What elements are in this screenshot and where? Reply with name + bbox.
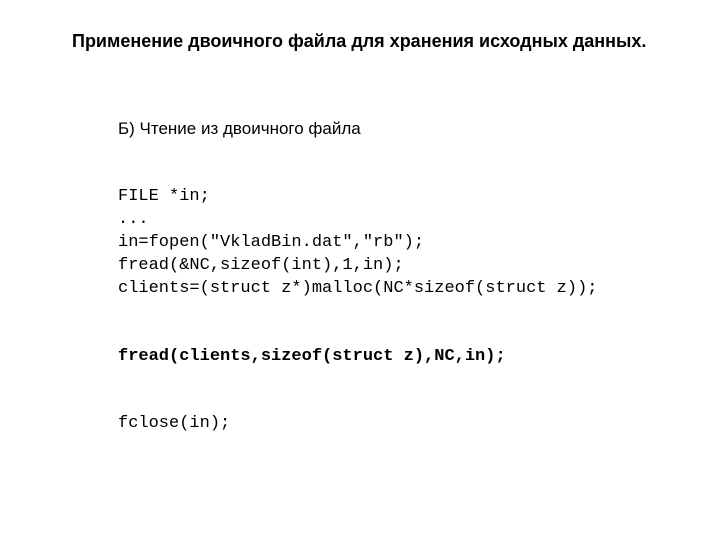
slide-body: Б) Чтение из двоичного файла FILE *in; .… bbox=[118, 118, 660, 459]
code-line: ... bbox=[118, 210, 149, 229]
code-blank-line bbox=[118, 368, 660, 390]
code-line: FILE *in; bbox=[118, 187, 210, 206]
slide-title: Применение двоичного файла для хранения … bbox=[72, 30, 680, 53]
code-block: FILE *in; ... in=fopen("VkladBin.dat","r… bbox=[118, 163, 660, 459]
code-line-emphasis: fread(clients,sizeof(struct z),NC,in); bbox=[118, 347, 506, 366]
code-line: in=fopen("VkladBin.dat","rb"); bbox=[118, 233, 424, 252]
code-line: clients=(struct z*)malloc(NC*sizeof(stru… bbox=[118, 279, 597, 298]
code-blank-line bbox=[118, 301, 660, 323]
section-subhead: Б) Чтение из двоичного файла bbox=[118, 118, 660, 141]
code-line: fclose(in); bbox=[118, 414, 230, 433]
code-line: fread(&NC,sizeof(int),1,in); bbox=[118, 256, 404, 275]
slide: Применение двоичного файла для хранения … bbox=[0, 0, 720, 540]
